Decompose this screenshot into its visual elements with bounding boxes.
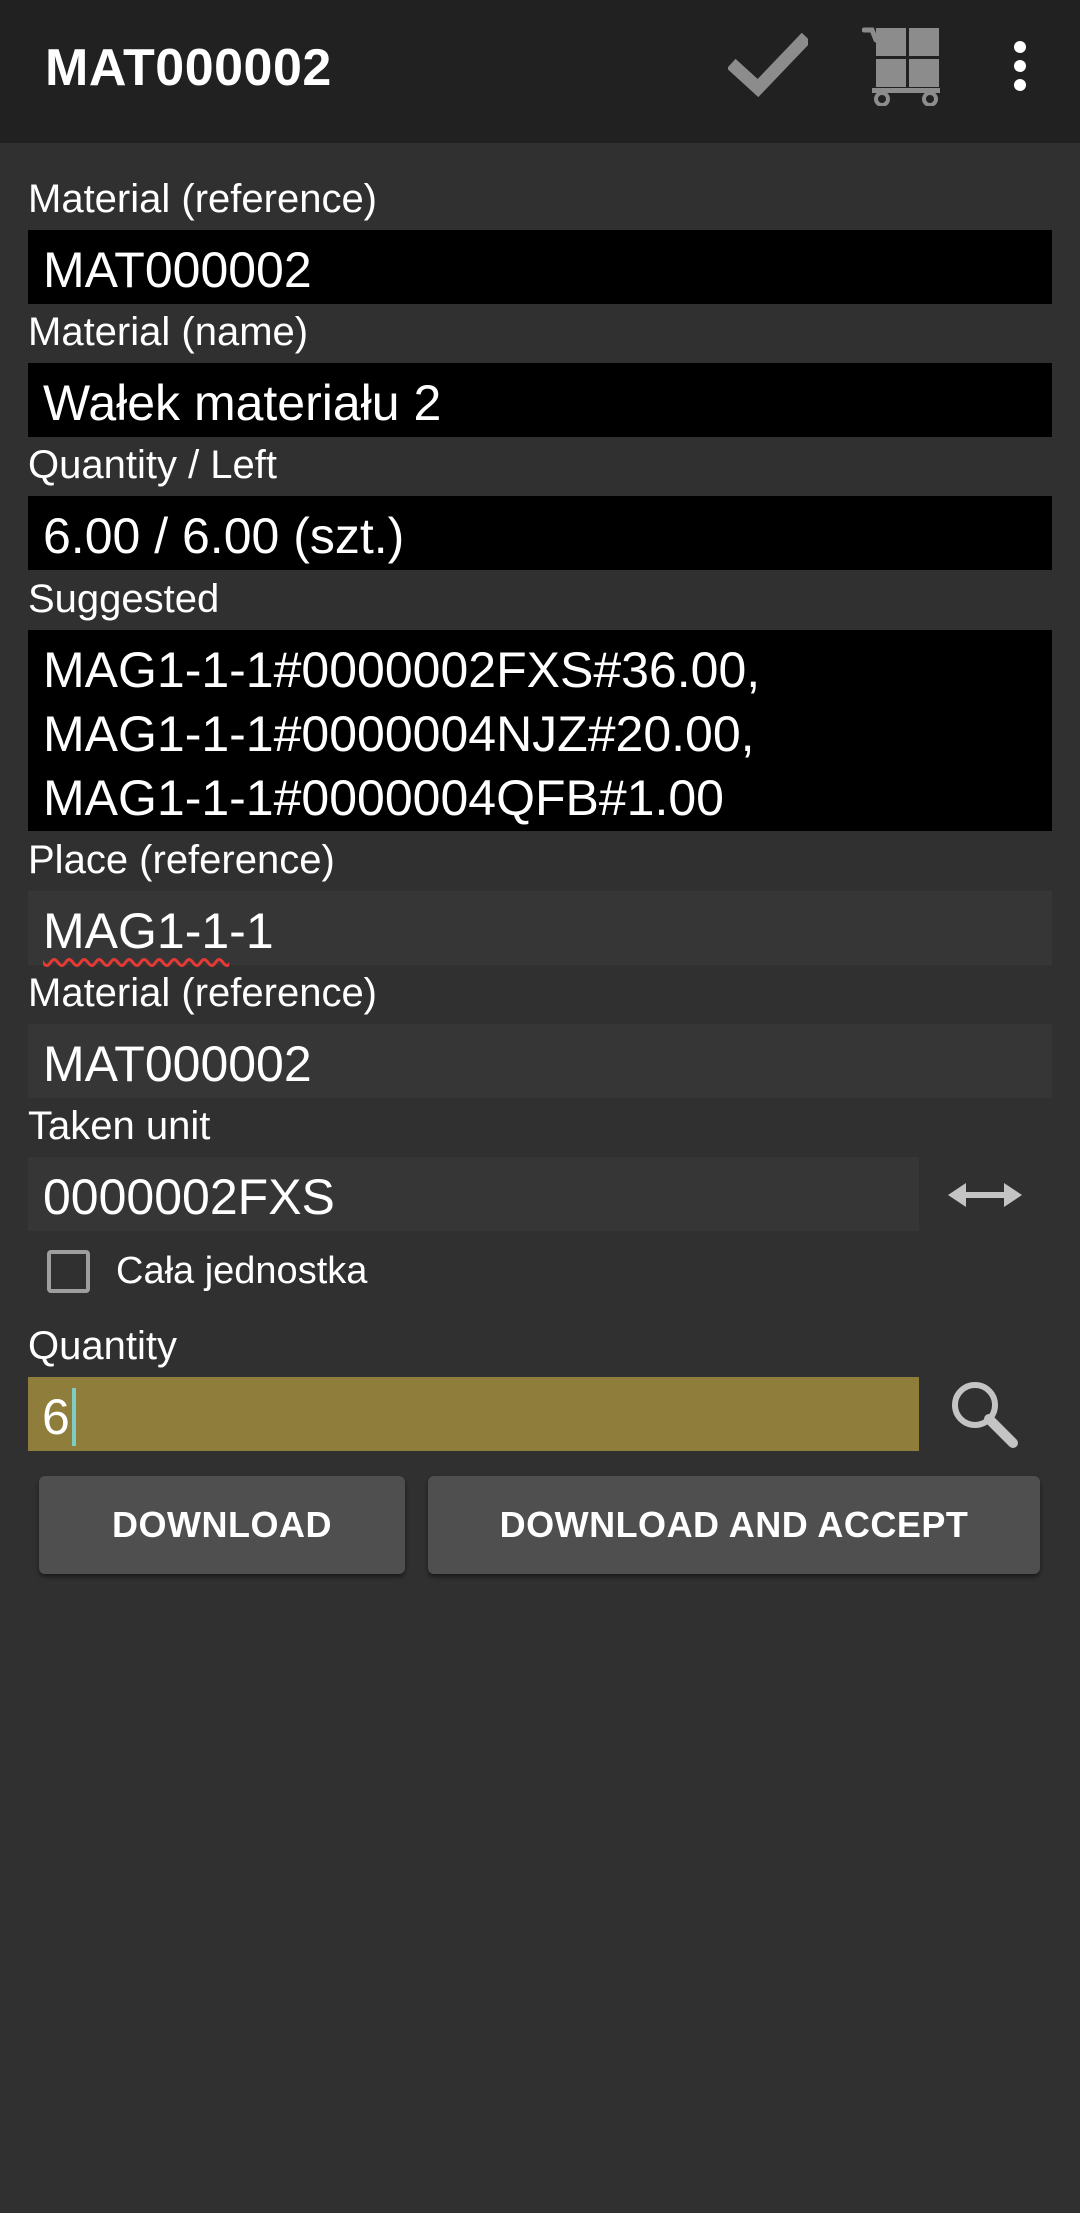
material-reference-input-label: Material (reference) bbox=[28, 971, 378, 1015]
more-vert-icon[interactable] bbox=[1000, 40, 1040, 92]
cart-icon[interactable] bbox=[862, 24, 942, 106]
quantity-input[interactable]: 6 bbox=[28, 1377, 919, 1451]
check-icon[interactable] bbox=[728, 26, 808, 106]
material-reference-label: Material (reference) bbox=[28, 177, 378, 221]
search-icon[interactable] bbox=[948, 1378, 1020, 1450]
material-name-value: Wałek materiału 2 bbox=[28, 363, 1052, 437]
place-reference-input[interactable]: MAG1-1-1 bbox=[28, 891, 1052, 965]
suggested-label: Suggested bbox=[28, 577, 220, 621]
quantity-value: 6 bbox=[42, 1389, 70, 1445]
swap-horizontal-icon[interactable] bbox=[948, 1180, 1022, 1210]
place-reference-label: Place (reference) bbox=[28, 838, 335, 882]
quantity-left-value: 6.00 / 6.00 (szt.) bbox=[28, 496, 1052, 570]
quantity-left-label: Quantity / Left bbox=[28, 443, 278, 487]
app-bar: MAT000002 bbox=[0, 0, 1080, 143]
taken-unit-label: Taken unit bbox=[28, 1104, 211, 1148]
whole-unit-checkbox[interactable] bbox=[47, 1250, 90, 1293]
place-reference-rest: -1 bbox=[229, 903, 274, 959]
material-reference-input[interactable]: MAT000002 bbox=[28, 1024, 1052, 1098]
suggested-line: MAG1-1-1#0000004NJZ#20.00, bbox=[43, 706, 755, 762]
download-button[interactable]: DOWNLOAD bbox=[39, 1476, 405, 1574]
suggested-value: MAG1-1-1#0000002FXS#36.00, MAG1-1-1#0000… bbox=[28, 630, 1052, 831]
page-title: MAT000002 bbox=[45, 39, 332, 97]
quantity-label: Quantity bbox=[28, 1324, 177, 1368]
material-reference-value: MAT000002 bbox=[28, 230, 1052, 304]
taken-unit-input[interactable]: 0000002FXS bbox=[28, 1157, 919, 1231]
text-cursor bbox=[71, 1387, 76, 1446]
whole-unit-label[interactable]: Cała jednostka bbox=[116, 1250, 367, 1293]
suggested-line: MAG1-1-1#0000004QFB#1.00 bbox=[43, 770, 724, 826]
download-and-accept-button[interactable]: DOWNLOAD AND ACCEPT bbox=[428, 1476, 1040, 1574]
place-reference-misspelled: MAG1-1 bbox=[43, 903, 230, 959]
suggested-line: MAG1-1-1#0000002FXS#36.00, bbox=[43, 642, 761, 698]
material-name-label: Material (name) bbox=[28, 310, 309, 354]
